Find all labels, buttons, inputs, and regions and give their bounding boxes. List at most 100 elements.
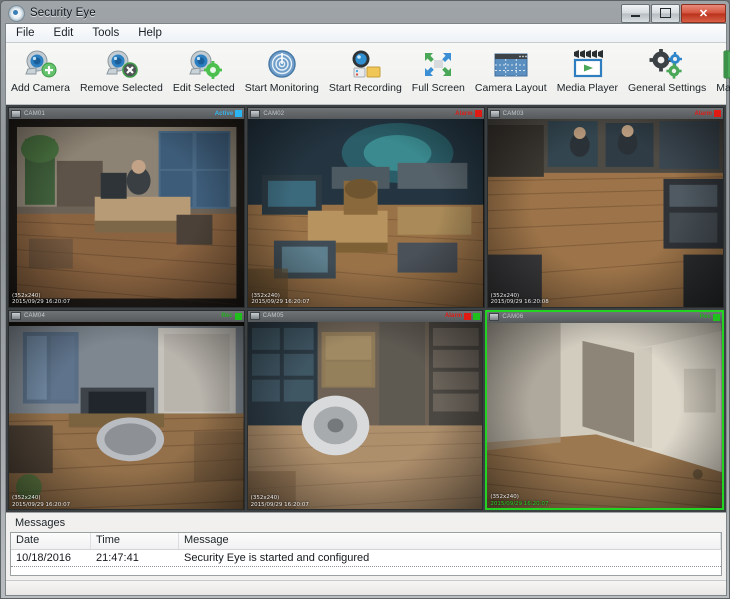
messages-table[interactable]: Date Time Message 10/18/2016 21:47:41 Se… xyxy=(10,532,722,576)
camera-view-6[interactable]: (352x240) 2015/09/29 16:20:07 xyxy=(487,322,723,508)
column-header-time[interactable]: Time xyxy=(91,533,179,549)
toolbar-button-start-monitoring[interactable]: Start Monitoring xyxy=(240,46,324,103)
camera-status-led-3 xyxy=(713,110,721,117)
camera-vignette-3 xyxy=(487,119,723,307)
toolbar-label-general-settings: General Settings xyxy=(627,82,707,94)
camera-name-6: CAM06 xyxy=(502,314,524,320)
camera-name-1: CAM01 xyxy=(24,110,46,117)
camera-header-6: CAM06 Rec xyxy=(487,311,723,323)
camera-header-2: CAM02 Alarm xyxy=(248,108,484,119)
camera-status-5: Alarm xyxy=(444,313,463,319)
status-bar xyxy=(6,580,726,595)
camera-view-1[interactable]: (352x240) 2015/09/29 16:20:07 xyxy=(9,119,245,307)
camera-icon xyxy=(249,312,260,320)
toolbar-button-add-camera[interactable]: Add Camera xyxy=(6,46,75,103)
camera-header-1: CAM01 Active xyxy=(9,108,245,119)
toolbar-label-edit-selected: Edit Selected xyxy=(172,82,235,94)
menu-item-help[interactable]: Help xyxy=(136,26,164,40)
camera-icon xyxy=(250,109,261,118)
toolbar-label-manual: Manual xyxy=(716,82,730,94)
camera-view-5[interactable]: (352x240) 2015/09/29 16:20:07 xyxy=(247,321,483,509)
toolbar-button-remove-selected[interactable]: Remove Selected xyxy=(75,46,168,103)
camera-timestamp-6: 2015/09/29 16:20:07 xyxy=(490,500,549,507)
camera-status-1: Active xyxy=(214,110,234,117)
camera-vignette-5 xyxy=(247,321,483,509)
maximize-button[interactable] xyxy=(651,3,680,23)
camera-view-4[interactable]: (352x240) 2015/09/29 16:20:07 xyxy=(9,321,244,509)
camera-name-5: CAM05 xyxy=(262,313,284,319)
camera-status-led-2 xyxy=(474,110,482,117)
camera-overlay-1: (352x240) 2015/09/29 16:20:07 xyxy=(9,293,244,307)
toolbar-label-start-recording: Start Recording xyxy=(328,82,402,94)
fullscreen-arrows-icon xyxy=(420,48,456,81)
toolbar-label-media-player: Media Player xyxy=(556,82,618,94)
camera-panel-1[interactable]: CAM01 Active (352x240) 2015/09/29 16:20:… xyxy=(8,107,246,308)
camera-grid-row-2: CAM04 Rec (352x240) 2015/09/29 16:20:07 … xyxy=(8,309,725,510)
toolbar-button-media-player[interactable]: Media Player xyxy=(552,46,623,103)
window-title: Security Eye xyxy=(30,7,96,19)
camera-remove-icon xyxy=(103,48,139,81)
toolbar-button-start-recording[interactable]: Start Recording xyxy=(324,46,407,103)
menu-bar: File Edit Tools Help xyxy=(6,24,726,43)
camera-status-6: Rec xyxy=(699,314,712,320)
camera-status-led-1 xyxy=(235,110,243,117)
camera-timestamp-4: 2015/09/29 16:20:07 xyxy=(12,501,71,508)
camera-panel-5[interactable]: CAM05 Alarm (352x240) 2015/09/29 16:20:0… xyxy=(246,309,484,510)
camera-panel-3[interactable]: CAM03 Alarm (352x240) 2015/09/29 16:20:0… xyxy=(486,107,724,308)
app-eye-icon xyxy=(8,4,25,22)
camera-overlay-2: (352x240) 2015/09/29 16:20:07 xyxy=(248,293,483,307)
camera-header-4: CAM04 Rec xyxy=(9,310,244,322)
camera-icon xyxy=(489,313,500,321)
menu-item-file[interactable]: File xyxy=(14,26,37,40)
camera-view-3[interactable]: (352x240) 2015/09/29 16:20:08 xyxy=(487,119,723,307)
camera-view-2[interactable]: (352x240) 2015/09/29 16:20:07 xyxy=(248,119,484,307)
camera-overlay-3: (352x240) 2015/09/29 16:20:08 xyxy=(488,293,723,307)
toolbar-button-manual[interactable]: Manual xyxy=(711,46,730,103)
toolbar: Add Camera Remove Selected Edit Selected… xyxy=(6,43,730,105)
column-header-message[interactable]: Message xyxy=(179,533,721,549)
camera-status-3: Alarm xyxy=(694,110,712,117)
toolbar-label-start-monitoring: Start Monitoring xyxy=(244,82,319,94)
camera-name-3: CAM03 xyxy=(502,110,524,117)
toolbar-label-camera-layout: Camera Layout xyxy=(474,82,547,94)
toolbar-button-full-screen[interactable]: Full Screen xyxy=(407,46,470,103)
camera-icon xyxy=(11,109,21,118)
camera-panel-6[interactable]: CAM06 Rec (352x240) 2015/09/29 16:20:07 xyxy=(485,309,725,510)
toolbar-label-remove-selected: Remove Selected xyxy=(79,82,163,94)
camera-status-led-5 xyxy=(464,312,472,320)
minimize-button[interactable] xyxy=(621,3,650,23)
camera-status-2: Alarm xyxy=(455,110,473,117)
messages-table-header: Date Time Message xyxy=(11,533,721,550)
table-row[interactable]: 10/18/2016 21:47:41 Security Eye is star… xyxy=(11,550,721,567)
title-bar: Security Eye ✕ xyxy=(1,1,730,25)
camera-panel-2[interactable]: CAM02 Alarm (352x240) 2015/09/29 16:20:0… xyxy=(247,107,485,308)
camera-timestamp-2: 2015/09/29 16:20:07 xyxy=(251,299,310,305)
camera-overlay-5: (352x240) 2015/09/29 16:20:07 xyxy=(248,495,483,509)
application-window: Security Eye ✕ File Edit Tools Help Add … xyxy=(0,0,730,599)
camera-grid: CAM01 Active (352x240) 2015/09/29 16:20:… xyxy=(6,105,726,512)
camera-name-2: CAM02 xyxy=(263,110,285,117)
menu-item-tools[interactable]: Tools xyxy=(90,26,121,40)
messages-panel: Messages Date Time Message 10/18/2016 21… xyxy=(6,512,726,580)
camera-name-4: CAM04 xyxy=(24,313,46,319)
camera-timestamp-5: 2015/09/29 16:20:07 xyxy=(250,501,309,508)
camera-icon xyxy=(11,312,21,320)
camera-header-3: CAM03 Alarm xyxy=(487,108,723,119)
toolbar-label-full-screen: Full Screen xyxy=(411,82,465,94)
camera-status-4: Rec xyxy=(221,313,233,319)
camera-vignette-1 xyxy=(9,119,245,307)
camera-overlay-6: (352x240) 2015/09/29 16:20:07 xyxy=(487,494,722,508)
menu-item-edit[interactable]: Edit xyxy=(52,26,76,40)
toolbar-button-general-settings[interactable]: General Settings xyxy=(623,46,711,103)
column-header-date[interactable]: Date xyxy=(11,533,91,549)
toolbar-button-camera-layout[interactable]: Camera Layout xyxy=(470,46,552,103)
camera-panel-4[interactable]: CAM04 Rec (352x240) 2015/09/29 16:20:07 xyxy=(8,309,245,510)
close-button[interactable]: ✕ xyxy=(681,3,726,23)
camera-status-led-4 xyxy=(234,312,242,320)
camera-timestamp-1: 2015/09/29 16:20:07 xyxy=(12,299,71,305)
window-controls: ✕ xyxy=(620,3,726,23)
camera-rec-led-5 xyxy=(473,312,481,320)
camera-add-icon xyxy=(22,48,58,81)
toolbar-button-edit-selected[interactable]: Edit Selected xyxy=(168,46,240,103)
camera-timestamp-3: 2015/09/29 16:20:08 xyxy=(490,299,549,305)
